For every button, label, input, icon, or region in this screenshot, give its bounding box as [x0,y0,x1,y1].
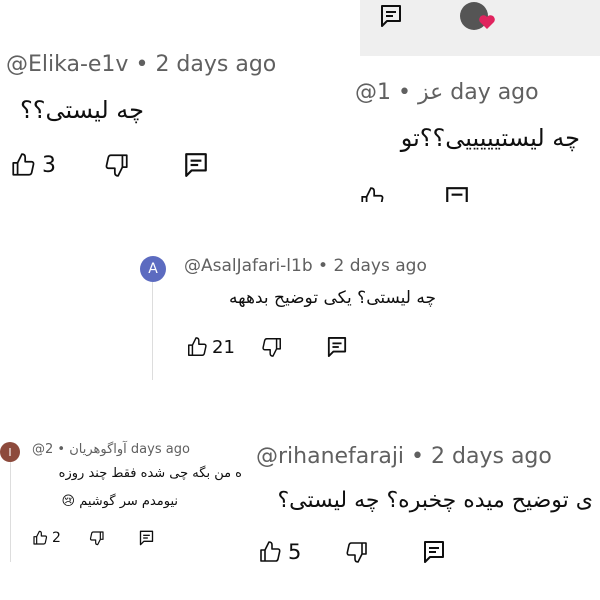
comment-header: @AsalJafari-l1b • 2 days ago [184,256,427,276]
thumbs-down-icon [105,154,128,177]
comment-icon [327,336,346,357]
top-right-panel [360,0,600,56]
comment-text: ی توضیح میده چخبره؟ چه لیستی؟ [277,488,594,513]
thumbs-up-icon [361,187,384,202]
avatar[interactable]: I [0,442,20,462]
comment-author[interactable]: @AsalJafari-l1b [184,256,313,276]
meta-separator: • [57,442,66,457]
comment-time: 2 days ago [155,52,277,77]
meta-separator: • [135,52,149,77]
thumbs-up-icon [260,541,281,562]
comment-actions: 21 [186,336,347,358]
comment-actions: 2 [32,530,154,546]
comment-actions: 5 [258,540,445,564]
thumbs-up-icon [188,337,207,356]
like-button[interactable]: 21 [186,336,235,358]
like-button[interactable]: 5 [258,540,301,564]
comment-header: @آواگوهریان • 2 days ago [32,442,190,457]
comment-text: چه لیستیییییی؟؟تو [400,124,580,152]
meta-separator: • [318,256,329,276]
thumbs-up-icon [12,153,35,176]
comment-header: @عز • 1 day ago [355,80,539,105]
like-button[interactable]: 3 [10,152,56,178]
comment-actions: 3 [10,152,208,178]
comment-cropped-top-right: @عز • 1 day ago چه لیستیییییی؟؟تو [355,76,600,202]
thumbs-up-icon [33,530,48,545]
reply-button[interactable] [445,186,469,202]
thumbs-down-icon [262,338,281,357]
like-button[interactable]: 2 [32,530,61,546]
like-count: 5 [288,540,302,564]
comment-header: @Elika-e1v • 2 days ago [6,52,276,77]
comment-text-line-1: ه من بگه چی شده فقط چند روزه [58,466,242,481]
like-count: 2 [52,530,61,546]
comment-elika: @Elika-e1v • 2 days ago چه لیستی؟؟ 3 [6,52,336,202]
thumbs-down-icon [89,531,104,546]
comment-header: @rihanefaraji • 2 days ago [256,444,552,469]
dislike-button[interactable] [89,530,105,546]
comment-time: 2 days ago [333,256,427,276]
reply-button[interactable] [139,530,154,546]
comment-ava: I @آواگوهریان • 2 days ago ه من بگه چی ش… [0,440,242,560]
comment-text: چه لیستی؟؟ [19,96,144,124]
comment-icon [139,530,154,546]
meta-separator: • [411,444,425,469]
heart-icon [478,14,496,30]
avatar[interactable]: A [140,256,166,282]
dislike-button[interactable] [104,152,130,178]
comment-author[interactable]: @Elika-e1v [6,52,128,77]
meta-separator: • [398,80,411,105]
comment-text: چه لیستی؟ یکی توضیح بدههه [229,288,436,308]
dislike-button[interactable] [345,540,369,564]
like-button[interactable] [359,186,385,202]
comment-icon [446,187,468,202]
comment-text-line-2: نیومدم سر گوشیم 😢 [61,494,178,509]
comment-icon[interactable] [380,4,402,28]
comment-author[interactable]: @rihanefaraji [256,444,404,469]
thumbs-down-icon [346,542,368,563]
comment-time: 2 days ago [431,444,552,469]
dislike-button[interactable] [261,336,283,358]
comment-icon [185,153,207,177]
comment-asal: A @AsalJafari-l1b • 2 days ago چه لیستی؟… [140,254,440,374]
like-count: 3 [42,152,56,178]
like-count: 21 [212,336,235,358]
comment-icon [424,541,445,563]
reply-button[interactable] [423,540,445,564]
reply-button[interactable] [327,336,347,358]
reply-button[interactable] [184,152,208,178]
comment-rihane: @rihanefaraji • 2 days ago ی توضیح میده … [248,444,600,574]
